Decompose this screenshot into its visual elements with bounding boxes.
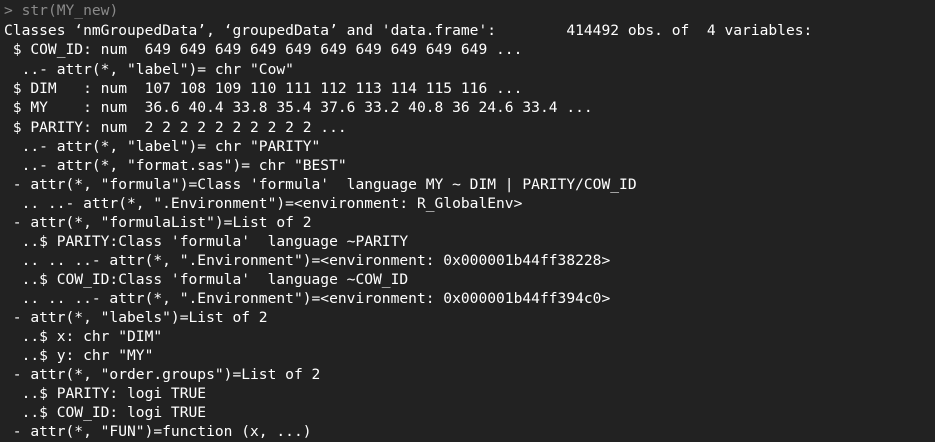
output-line: $ COW_ID: num 649 649 649 649 649 649 64… <box>4 41 523 58</box>
output-line: ..- attr(*, "label")= chr "Cow" <box>4 61 294 78</box>
output-line: ..$ PARITY: logi TRUE <box>4 385 207 402</box>
output-line: ..$ y: chr "MY" <box>4 347 154 364</box>
r-console[interactable]: > str(MY_new) Classes ‘nmGroupedData’, ‘… <box>0 0 935 442</box>
output-line: - attr(*, "FUN")=function (x, ...) <box>4 423 312 440</box>
output-line: .. .. ..- attr(*, ".Environment")=<envir… <box>4 252 611 269</box>
output-line: ..- attr(*, "format.sas")= chr "BEST" <box>4 157 347 174</box>
output-line: $ DIM : num 107 108 109 110 111 112 113 … <box>4 80 523 97</box>
output-line: .. .. ..- attr(*, ".Environment")=<envir… <box>4 290 611 307</box>
output-line: ..$ COW_ID:Class 'formula' language ~COW… <box>4 271 409 288</box>
output-line: Classes ‘nmGroupedData’, ‘groupedData’ a… <box>4 22 813 39</box>
output-line: ..$ x: chr "DIM" <box>4 328 163 345</box>
output-line: - attr(*, "formula")=Class 'formula' lan… <box>4 176 637 193</box>
output-line: - attr(*, "order.groups")=List of 2 <box>4 366 321 383</box>
command-text: str(MY_new) <box>12 2 119 19</box>
output-line: $ PARITY: num 2 2 2 2 2 2 2 2 2 2 ... <box>4 119 347 136</box>
output-line: - attr(*, "formulaList")=List of 2 <box>4 214 312 231</box>
output-line: ..- attr(*, "label")= chr "PARITY" <box>4 138 321 155</box>
output-line: ..$ COW_ID: logi TRUE <box>4 404 207 421</box>
output-line: ..$ PARITY:Class 'formula' language ~PAR… <box>4 233 409 250</box>
output-line: - attr(*, "labels")=List of 2 <box>4 309 268 326</box>
command-line: > str(MY_new) <box>4 1 118 20</box>
output-line: .. ..- attr(*, ".Environment")=<environm… <box>4 195 523 212</box>
prompt-symbol: > <box>4 2 13 19</box>
output-line: $ MY : num 36.6 40.4 33.8 35.4 37.6 33.2… <box>4 99 593 116</box>
